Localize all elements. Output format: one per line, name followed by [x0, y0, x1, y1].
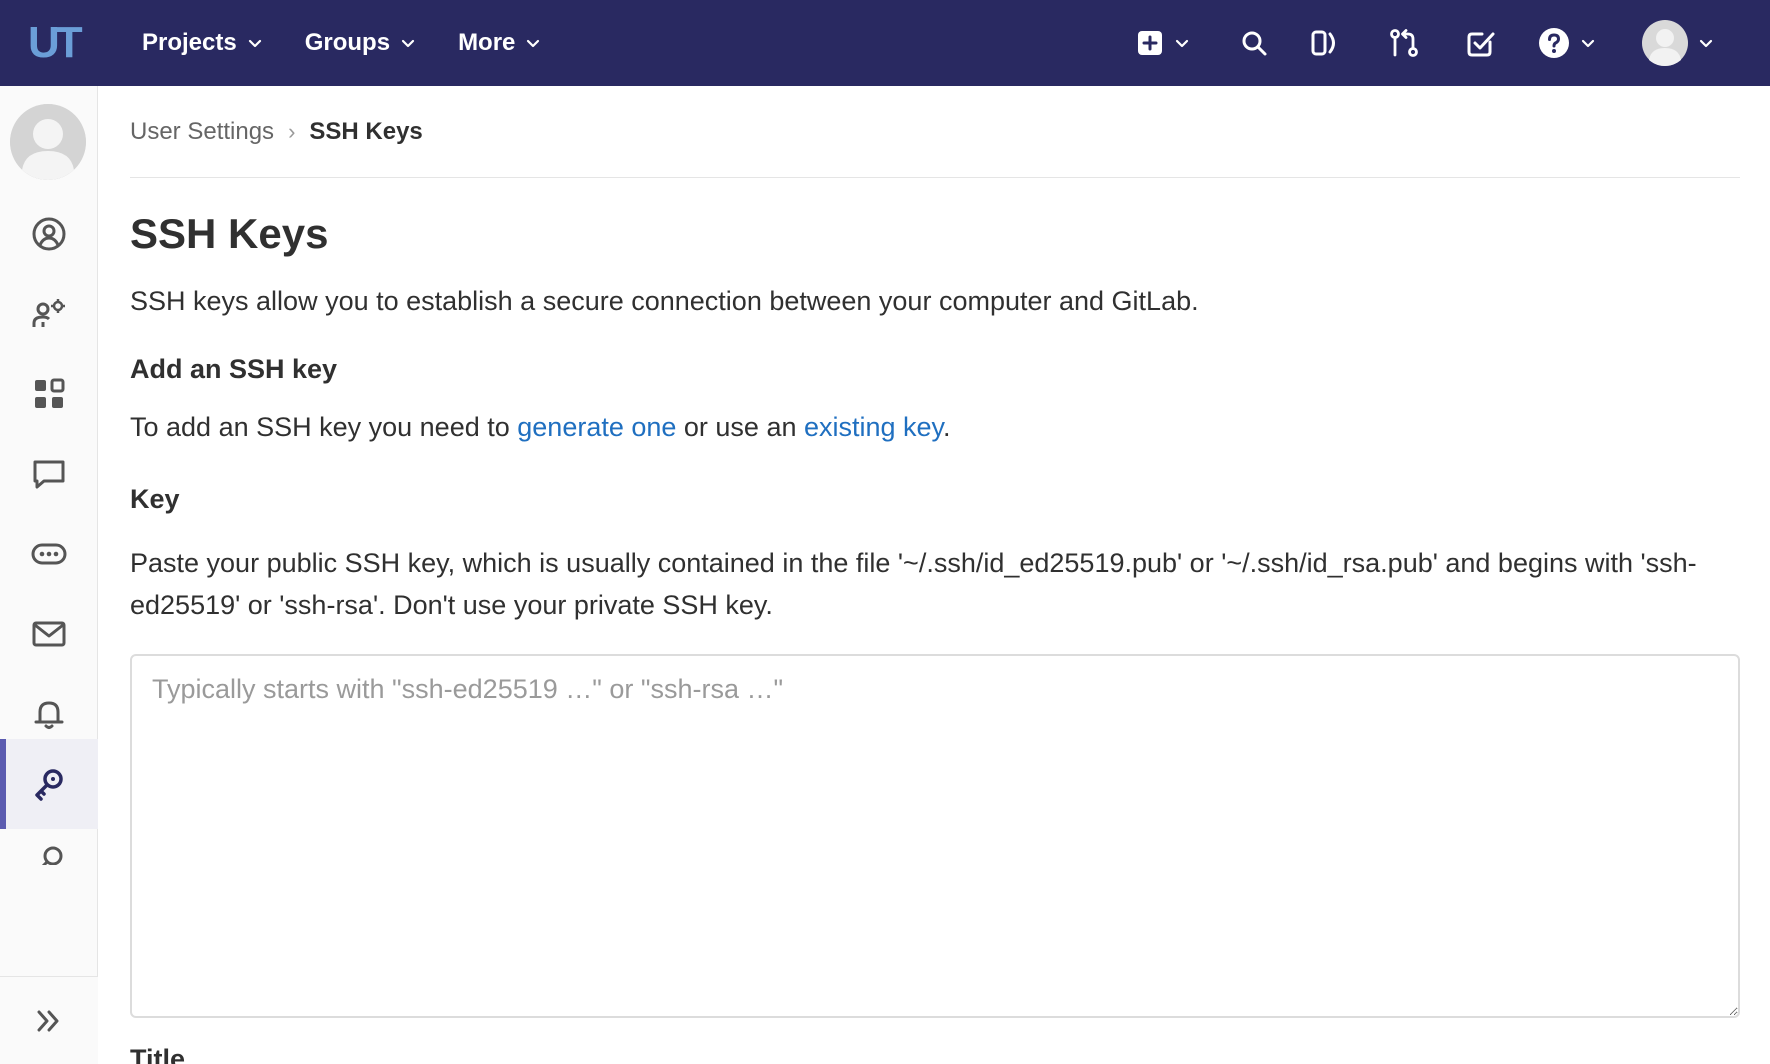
breadcrumb-current[interactable]: SSH Keys	[309, 118, 422, 146]
plus-square-icon	[1138, 31, 1162, 55]
nav-groups-dropdown[interactable]: Groups	[305, 29, 416, 57]
chat-icon	[33, 460, 65, 489]
chevron-down-icon	[1581, 39, 1595, 48]
breadcrumb-user-settings[interactable]: User Settings	[130, 118, 274, 146]
nav-projects-label: Projects	[142, 29, 237, 56]
sidebar-item-ssh-keys[interactable]	[0, 739, 98, 829]
sidebar-item-applications[interactable]	[0, 349, 98, 439]
add-ssh-key-text: To add an SSH key you need to generate o…	[130, 412, 951, 443]
title-label: Title	[130, 1044, 186, 1064]
sidebar-item-chat[interactable]	[0, 429, 98, 519]
key-label: Key	[130, 484, 180, 514]
todos-button[interactable]	[1466, 26, 1496, 60]
generate-one-link[interactable]: generate one	[517, 412, 676, 442]
nav-menu: Projects Groups More	[142, 0, 583, 86]
profile-icon	[32, 217, 66, 251]
emails-icon	[32, 621, 66, 647]
add-text-middle: or use an	[676, 412, 804, 442]
page-intro: SSH keys allow you to establish a secure…	[130, 286, 1199, 316]
account-icon	[32, 299, 65, 327]
merge-requests-button[interactable]	[1388, 26, 1420, 60]
existing-key-link[interactable]: existing key	[804, 412, 943, 442]
sidebar-item-gpg-keys[interactable]	[0, 819, 98, 865]
issues-button[interactable]	[1310, 26, 1340, 60]
gitlab-logo[interactable]: UT	[28, 21, 92, 65]
collapse-icon	[37, 1010, 59, 1031]
user-menu-dropdown[interactable]	[1642, 20, 1714, 66]
applications-icon	[35, 378, 65, 408]
nav-more-label: More	[458, 29, 516, 56]
chevron-down-icon	[527, 39, 540, 48]
help-dropdown[interactable]	[1538, 26, 1596, 60]
todo-check-icon	[1467, 32, 1495, 57]
page-title: SSH Keys	[130, 210, 329, 257]
add-text-suffix: .	[943, 412, 951, 442]
user-avatar-icon	[1642, 20, 1688, 66]
nav-projects-dropdown[interactable]: Projects	[142, 29, 263, 57]
new-item-dropdown[interactable]	[1136, 26, 1190, 60]
chevron-down-icon	[248, 39, 261, 48]
notifications-icon	[34, 701, 64, 729]
breadcrumb: User Settings › SSH Keys	[130, 86, 1740, 178]
top-navbar: UT Projects Groups More	[0, 0, 1770, 86]
nav-more-dropdown[interactable]: More	[458, 29, 541, 57]
sidebar-item-profile[interactable]	[0, 189, 98, 279]
sidebar-item-emails[interactable]	[0, 589, 98, 679]
chevron-down-icon	[401, 39, 415, 48]
gpg-key-icon	[41, 846, 63, 865]
chevron-down-icon	[1699, 39, 1713, 48]
ssh-key-textarea[interactable]	[130, 654, 1740, 1018]
search-icon	[1242, 31, 1267, 56]
help-icon	[1539, 28, 1569, 58]
sidebar-avatar[interactable]	[10, 104, 86, 180]
access-tokens-icon	[31, 543, 67, 565]
collapse-sidebar-button[interactable]	[0, 976, 98, 1064]
settings-sidebar	[0, 86, 98, 1064]
sidebar-item-access-tokens[interactable]	[0, 509, 98, 599]
key-help-text: Paste your public SSH key, which is usua…	[130, 548, 1697, 620]
chevron-down-icon	[1175, 39, 1189, 48]
sidebar-item-account[interactable]	[0, 269, 98, 359]
breadcrumb-separator: ›	[288, 118, 296, 144]
user-avatar-icon	[10, 104, 86, 180]
ssh-key-icon	[35, 769, 63, 801]
add-text-prefix: To add an SSH key you need to	[130, 412, 518, 442]
nav-groups-label: Groups	[304, 29, 391, 56]
add-ssh-key-heading: Add an SSH key	[130, 354, 338, 384]
issues-icon	[1311, 30, 1335, 56]
main-content: User Settings › SSH Keys SSH Keys SSH ke…	[130, 86, 1740, 1064]
merge-request-icon	[1390, 29, 1418, 57]
search-button[interactable]	[1240, 26, 1268, 60]
